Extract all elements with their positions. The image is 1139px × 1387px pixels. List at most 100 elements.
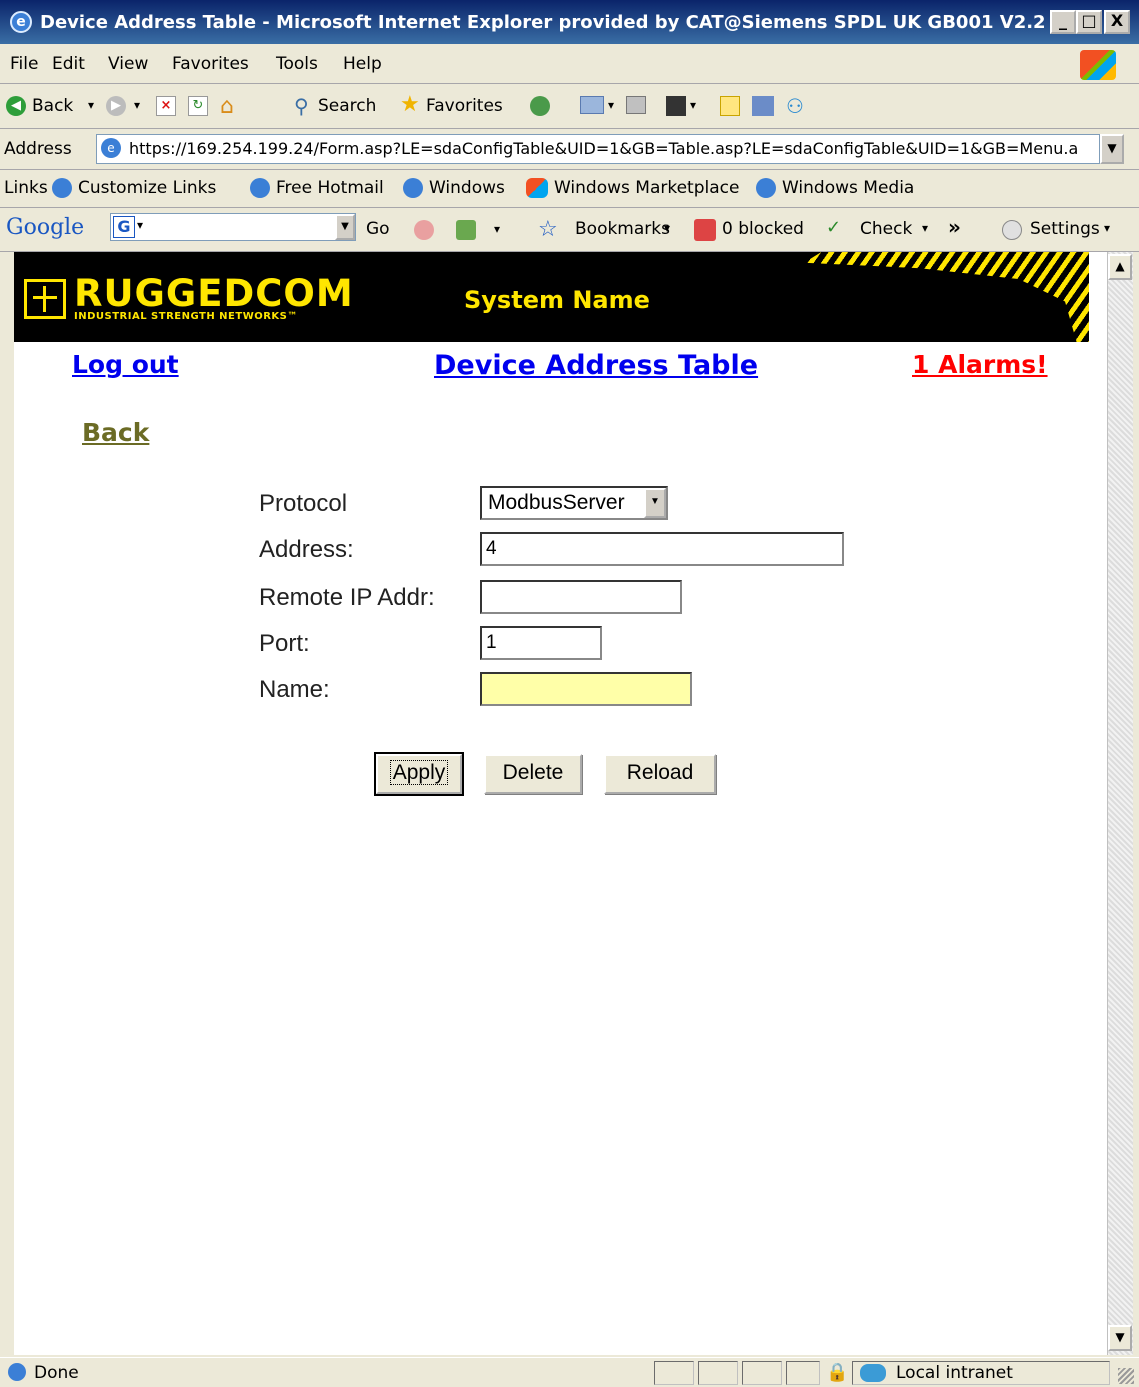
remote-ip-label: Remote IP Addr:	[259, 584, 435, 611]
logout-link[interactable]: Log out	[72, 350, 179, 379]
address-label: Address:	[259, 536, 354, 563]
close-button[interactable]: X	[1104, 10, 1130, 34]
back-arrow-icon[interactable]: ◀	[6, 96, 26, 116]
back-link[interactable]: Back	[82, 418, 149, 447]
menu-tools[interactable]: Tools	[276, 54, 318, 74]
stop-icon[interactable]: ×	[156, 96, 176, 116]
address-url[interactable]: https://169.254.199.24/Form.asp?LE=sdaCo…	[129, 139, 1078, 158]
mail-dropdown-icon[interactable]: ▾	[608, 98, 614, 112]
edit-dropdown-icon[interactable]: ▾	[690, 98, 696, 112]
address-dropdown-icon[interactable]: ▼	[1100, 134, 1124, 164]
edit-icon[interactable]	[666, 96, 686, 116]
spellcheck-icon[interactable]: ✓	[826, 217, 841, 238]
favorites-star-icon[interactable]: ★	[400, 92, 420, 117]
popup-blocker-icon[interactable]	[694, 219, 716, 241]
google-search-dropdown-icon[interactable]: ▼	[335, 214, 355, 240]
settings-dropdown-icon[interactable]: ▾	[1104, 221, 1110, 235]
refresh-icon[interactable]: ↻	[188, 96, 208, 116]
status-text: Done	[34, 1363, 79, 1383]
address-input[interactable]: e https://169.254.199.24/Form.asp?LE=sda…	[96, 134, 1100, 164]
brand-name: RUGGEDCOM	[74, 272, 354, 315]
reload-button[interactable]: Reload	[604, 754, 716, 794]
hazard-stripes	[804, 252, 1089, 342]
settings-icon[interactable]	[1002, 220, 1022, 240]
vertical-scrollbar[interactable]: ▲ ▼	[1107, 252, 1133, 1355]
check-dropdown-icon[interactable]: ▾	[922, 221, 928, 235]
discuss-icon[interactable]	[720, 96, 740, 116]
google-go-button[interactable]: Go	[366, 219, 390, 239]
status-pane	[698, 1361, 738, 1385]
autofill-icon[interactable]	[456, 220, 476, 240]
link-windows-media[interactable]: Windows Media	[782, 178, 914, 198]
menu-favorites[interactable]: Favorites	[172, 54, 249, 74]
links-bar: Links Customize Links Free Hotmail Windo…	[0, 170, 1139, 208]
messenger-icon[interactable]: ⚇	[786, 94, 804, 118]
google-bookmarks-button[interactable]: Bookmarks	[575, 219, 670, 239]
ie-logo-icon: e	[10, 11, 32, 33]
status-bar: Done 🔒 Local intranet	[0, 1357, 1139, 1387]
windows-flag-icon	[526, 178, 548, 198]
research-icon[interactable]	[752, 96, 774, 116]
protocol-value[interactable]: ModbusServer	[488, 491, 625, 515]
protocol-dropdown-icon[interactable]: ▼	[644, 488, 666, 518]
standard-toolbar: ◀ Back ▾ ▶ ▾ × ↻ ⌂ ⚲ Search ★ Favorites …	[0, 84, 1139, 129]
link-windows[interactable]: Windows	[429, 178, 505, 198]
page-title-link[interactable]: Device Address Table	[434, 350, 758, 381]
address-input[interactable]: 4	[480, 532, 844, 566]
menu-file[interactable]: File	[10, 54, 38, 74]
home-icon[interactable]: ⌂	[220, 94, 234, 119]
menu-edit[interactable]: Edit	[52, 54, 85, 74]
google-settings-button[interactable]: Settings	[1030, 219, 1100, 239]
remote-ip-input[interactable]	[480, 580, 682, 614]
system-name: System Name	[464, 286, 650, 314]
address-bar: Address e https://169.254.199.24/Form.as…	[0, 129, 1139, 170]
resize-grip-icon[interactable]	[1118, 1368, 1134, 1384]
mail-icon[interactable]	[580, 96, 604, 114]
banner: RUGGEDCOM INDUSTRIAL STRENGTH NETWORKS™ …	[14, 252, 1089, 342]
lock-icon: 🔒	[826, 1362, 849, 1383]
google-search-input[interactable]: G ▾ ▼	[110, 213, 356, 241]
scroll-down-icon[interactable]: ▼	[1108, 1325, 1132, 1351]
menu-help[interactable]: Help	[343, 54, 382, 74]
links-label: Links	[4, 178, 48, 198]
forward-dropdown-icon[interactable]: ▾	[134, 98, 140, 112]
apply-label[interactable]: Apply	[389, 760, 449, 785]
forward-arrow-icon[interactable]: ▶	[106, 96, 126, 116]
print-icon[interactable]	[626, 96, 646, 114]
alarms-link[interactable]: 1 Alarms!	[912, 350, 1048, 379]
link-customize[interactable]: Customize Links	[78, 178, 216, 198]
menu-view[interactable]: View	[108, 54, 148, 74]
page-viewport: RUGGEDCOM INDUSTRIAL STRENGTH NETWORKS™ …	[14, 252, 1107, 1355]
back-button[interactable]: Back	[32, 96, 73, 116]
google-g-dropdown-icon[interactable]: ▾	[137, 218, 143, 232]
scroll-up-icon[interactable]: ▲	[1108, 254, 1132, 280]
back-dropdown-icon[interactable]: ▾	[88, 98, 94, 112]
port-input[interactable]: 1	[480, 626, 602, 660]
favorites-button[interactable]: Favorites	[426, 96, 503, 116]
apply-button[interactable]: Apply	[374, 752, 464, 796]
google-check-button[interactable]: Check	[860, 219, 912, 239]
google-g-icon[interactable]: G	[113, 216, 135, 238]
popups-blocked[interactable]: 0 blocked	[722, 219, 804, 239]
maximize-button[interactable]: □	[1076, 10, 1102, 34]
ruggedcom-logo-icon	[24, 279, 66, 319]
bookmarks-dropdown-icon[interactable]: ▾	[664, 221, 670, 235]
title-bar: e Device Address Table - Microsoft Inter…	[0, 0, 1139, 44]
search-button[interactable]: Search	[318, 96, 376, 116]
minimize-button[interactable]: _	[1050, 10, 1076, 34]
link-windows-marketplace[interactable]: Windows Marketplace	[554, 178, 739, 198]
delete-button[interactable]: Delete	[484, 754, 582, 794]
name-input[interactable]	[480, 672, 692, 706]
bookmarks-star-icon[interactable]: ☆	[538, 217, 558, 242]
search-icon[interactable]: ⚲	[294, 94, 309, 118]
autofill-dropdown-icon[interactable]: ▾	[494, 222, 500, 236]
pagerank-icon[interactable]	[414, 220, 434, 240]
media-icon[interactable]	[530, 96, 550, 116]
link-ie-icon	[250, 178, 270, 198]
link-free-hotmail[interactable]: Free Hotmail	[276, 178, 384, 198]
protocol-select[interactable]: ModbusServer ▼	[480, 486, 668, 520]
address-label: Address	[4, 139, 72, 159]
link-ie-icon	[52, 178, 72, 198]
brand-tagline: INDUSTRIAL STRENGTH NETWORKS™	[74, 311, 298, 322]
more-chevron[interactable]: »	[948, 215, 961, 239]
